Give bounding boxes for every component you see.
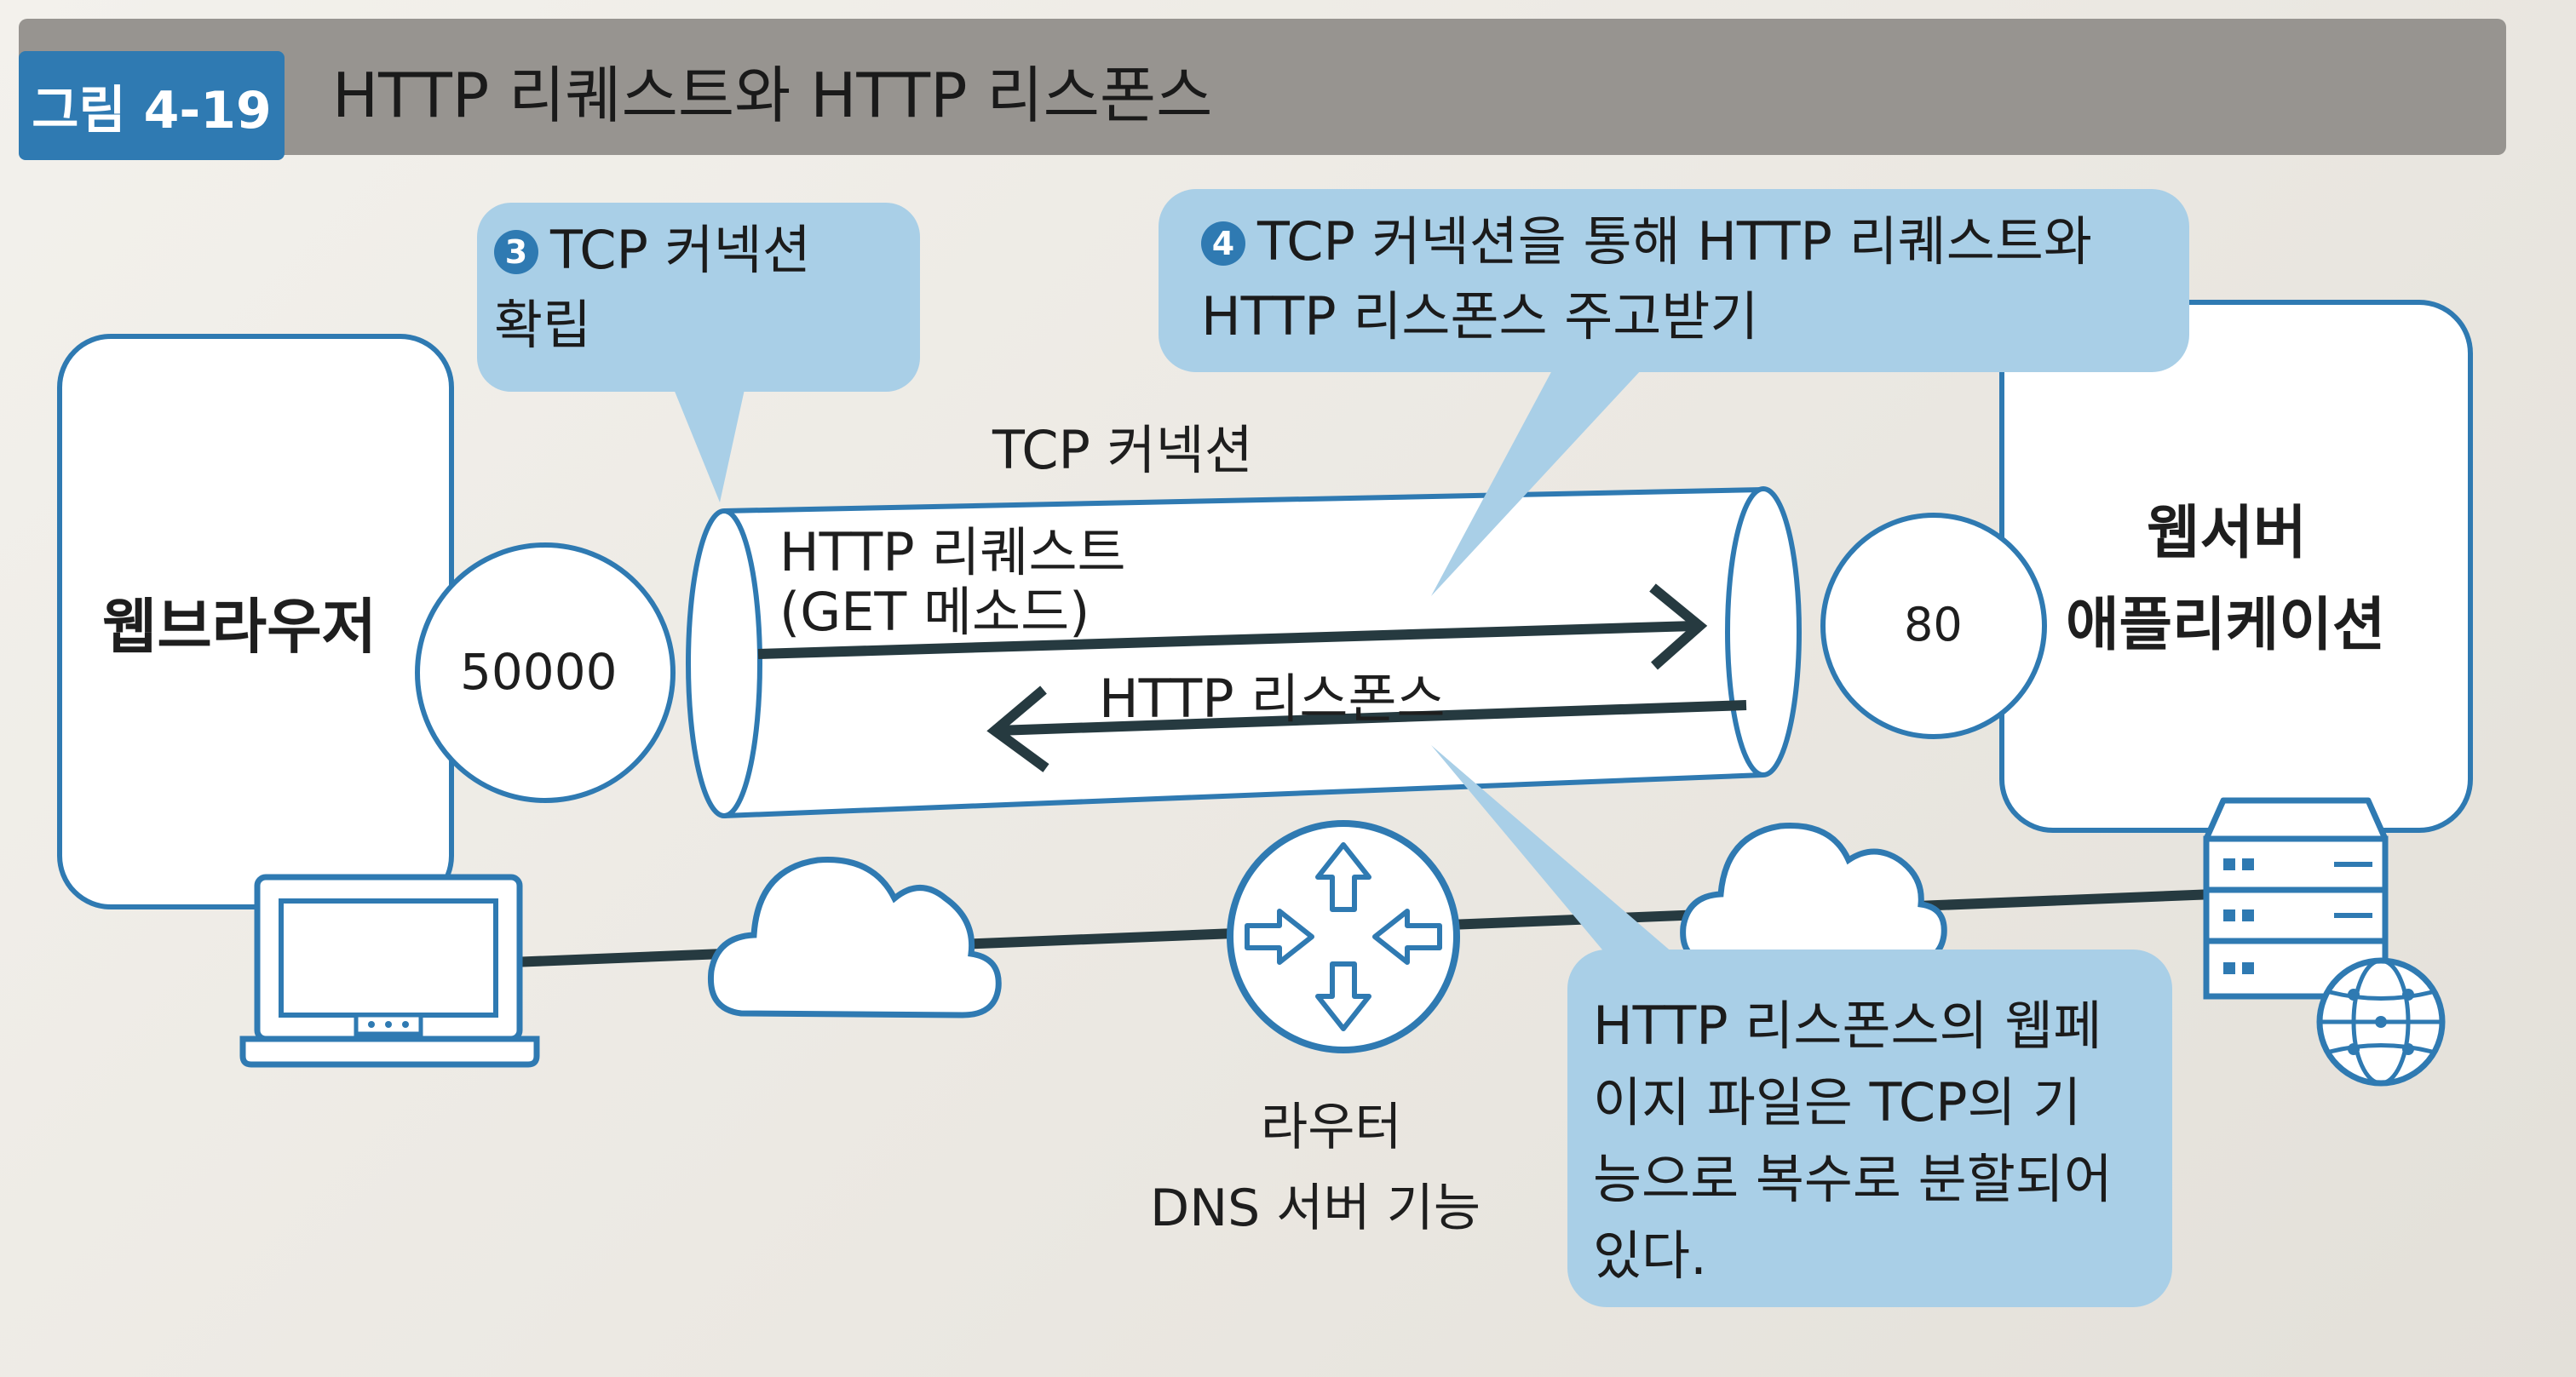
browser-port: 50000: [460, 643, 618, 701]
callout-step3-line1: TCP 커넥션: [550, 219, 811, 281]
step3-number-badge: 3: [494, 230, 538, 274]
server-label-line2: 애플리케이션: [2066, 592, 2386, 659]
note-line1: HTTP 리스폰스의 웹페: [1593, 995, 2102, 1057]
callout-step3-text: 3 TCP 커넥션 확립: [494, 213, 811, 363]
cloud-icon: [1680, 823, 1947, 966]
note-line3: 능으로 복수로 분할되어: [1593, 1148, 2113, 1210]
callout-step4-line2: HTTP 리스폰스 주고받기: [1201, 285, 1759, 347]
step4-number-badge: 4: [1201, 221, 1245, 266]
callout-step4-line1: TCP 커넥션을 통해 HTTP 리퀘스트와: [1257, 210, 2092, 273]
router-label-line2: DNS 서버 기능: [1150, 1179, 1481, 1238]
browser-label: 웹브라우저: [102, 592, 377, 662]
callout-note-text: HTTP 리스폰스의 웹페 이지 파일은 TCP의 기 능으로 복수로 분할되어…: [1593, 988, 2113, 1294]
tcp-connection-label: TCP 커넥션: [992, 419, 1253, 481]
callout-step4-text: 4 TCP 커넥션을 통해 HTTP 리퀘스트와 HTTP 리스폰스 주고받기: [1201, 204, 2092, 354]
cloud-icon: [707, 857, 1002, 1018]
response-label: HTTP 리스폰스: [1099, 668, 1446, 730]
request-label-line2: (GET 메소드): [779, 581, 1090, 643]
note-line2: 이지 파일은 TCP의 기: [1593, 1071, 2082, 1133]
router-icon: [1227, 820, 1460, 1053]
laptop-icon: [239, 874, 540, 1068]
router-label-line1: 라우터: [1261, 1098, 1402, 1157]
server-label-line1: 웹서버: [2147, 500, 2307, 567]
note-line4: 있다.: [1593, 1225, 1707, 1287]
server-port: 80: [1904, 598, 1963, 651]
callout-step3-line2: 확립: [494, 294, 592, 356]
globe-icon: [2316, 957, 2446, 1087]
